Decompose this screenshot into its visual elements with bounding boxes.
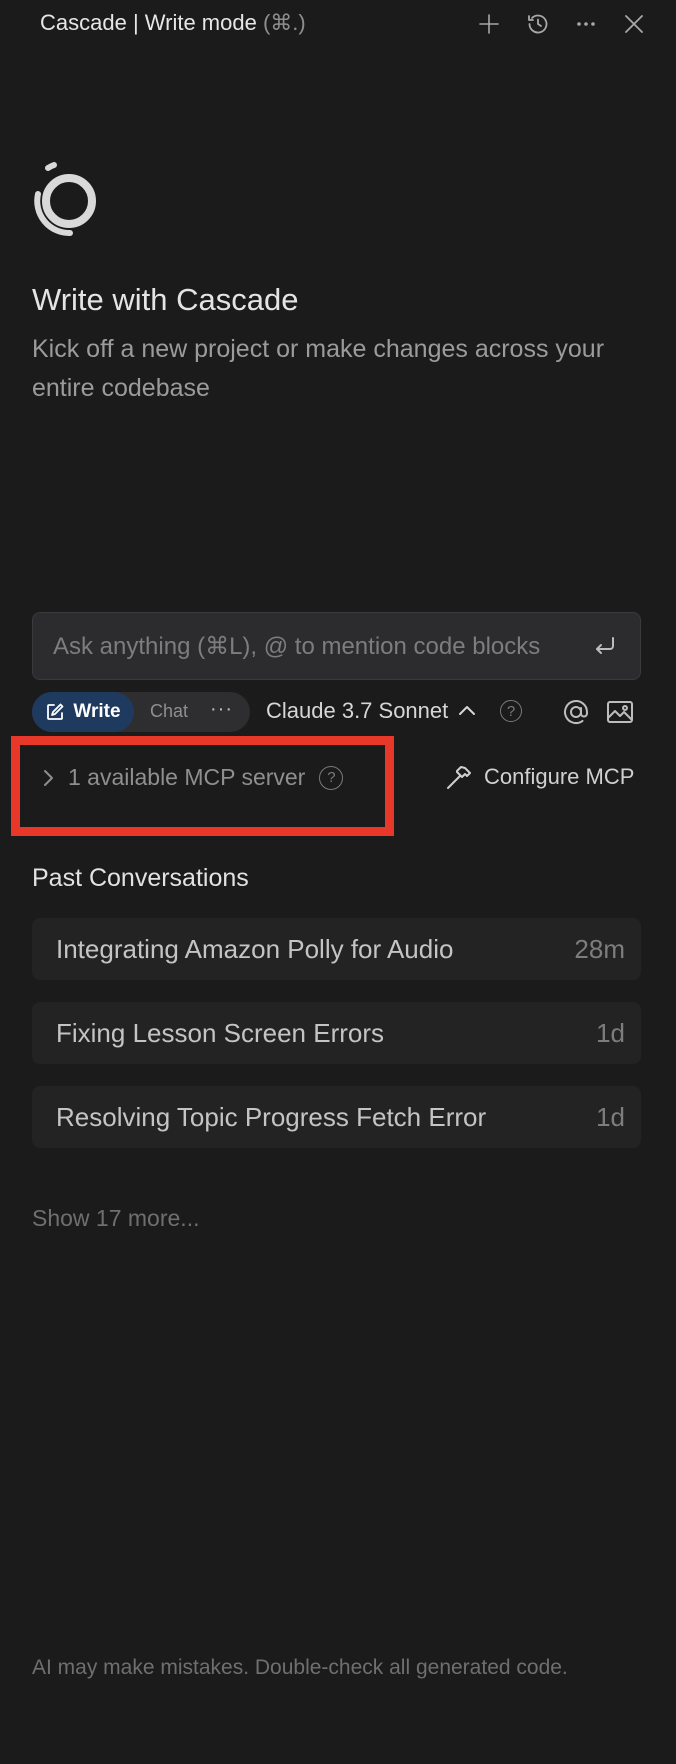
past-conversations-heading: Past Conversations [32, 864, 249, 892]
conversation-title: Resolving Topic Progress Fetch Error [56, 1102, 487, 1132]
more-icon[interactable] [570, 8, 602, 40]
cascade-logo-icon [30, 160, 102, 238]
write-mode-button[interactable]: Write [32, 692, 134, 732]
title-shortcut: (⌘.) [262, 10, 306, 35]
mcp-server-count: 1 available MCP server [68, 764, 306, 790]
pencil-icon [47, 703, 64, 720]
conversation-time: 1d [596, 1102, 625, 1132]
mode-toggle[interactable]: Write Chat ··· [32, 692, 250, 732]
panel-title: Cascade | Write mode (⌘.) [40, 10, 306, 35]
plus-icon[interactable] [473, 8, 505, 40]
chat-mode-button[interactable]: Chat [150, 701, 188, 722]
history-icon[interactable] [522, 8, 554, 40]
model-help-icon[interactable]: ? [500, 700, 522, 722]
conversation-item[interactable]: Fixing Lesson Screen Errors 1d [32, 1002, 641, 1064]
conversation-title: Integrating Amazon Polly for Audio [56, 934, 454, 964]
title-bar: Cascade | Write mode (⌘.) [0, 0, 676, 50]
hammer-icon [447, 766, 471, 789]
enter-icon[interactable] [592, 633, 618, 659]
prompt-input[interactable] [51, 613, 565, 681]
model-name: Claude 3.7 Sonnet [266, 698, 449, 723]
conversation-item[interactable]: Resolving Topic Progress Fetch Error 1d [32, 1086, 641, 1148]
conversation-title: Fixing Lesson Screen Errors [56, 1018, 385, 1048]
chevron-up-icon [459, 706, 476, 715]
chevron-right-icon [44, 769, 53, 786]
show-more-link[interactable]: Show 17 more... [32, 1205, 199, 1232]
mcp-help-icon[interactable]: ? [319, 765, 344, 790]
close-icon[interactable] [618, 8, 650, 40]
conversation-time: 28m [574, 934, 625, 964]
mode-more-button[interactable]: ··· [210, 698, 233, 721]
image-upload-icon[interactable] [605, 698, 635, 726]
configure-mcp-label: Configure MCP [484, 764, 635, 789]
page-title: Write with Cascade [32, 282, 299, 317]
configure-mcp-button[interactable]: Configure MCP [444, 762, 634, 792]
mcp-servers-toggle[interactable]: 1 available MCP server ? [38, 764, 344, 791]
model-selector[interactable]: Claude 3.7 Sonnet [266, 698, 478, 724]
conversation-time: 1d [596, 1018, 625, 1048]
mention-icon[interactable] [562, 698, 590, 726]
prompt-input-box[interactable] [32, 612, 641, 681]
page-subtitle: Kick off a new project or make changes a… [32, 335, 605, 402]
write-label: Write [73, 701, 121, 722]
conversation-item[interactable]: Integrating Amazon Polly for Audio 28m [32, 918, 641, 980]
ai-disclaimer: AI may make mistakes. Double-check all g… [32, 1656, 568, 1679]
